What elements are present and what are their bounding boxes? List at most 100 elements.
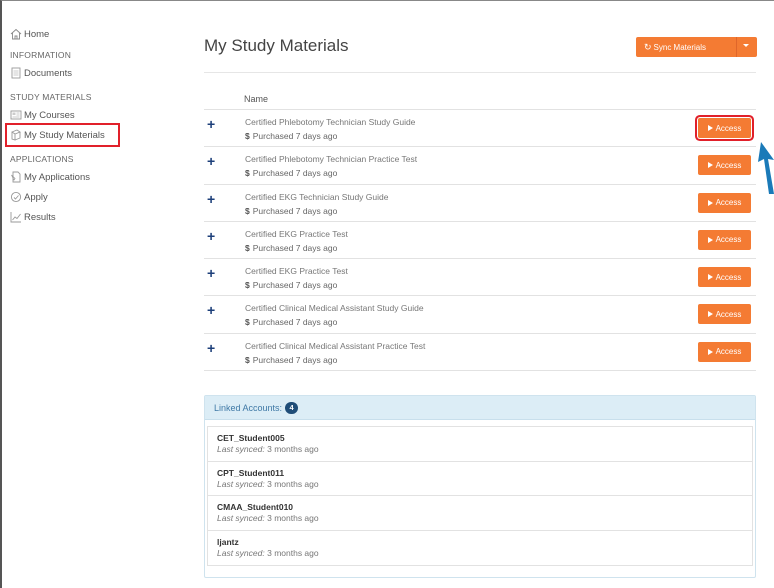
purchase-date: Purchased 7 days ago [252,242,338,253]
purchase-info: $ Purchased 7 days ago [245,168,337,178]
book-icon [10,129,22,141]
material-title: Certified Phlebotomy Technician Study Gu… [245,117,416,127]
dollar-icon: $ [245,317,250,328]
linked-accounts-panel: Linked Accounts: 4 CET_Student005 Last s… [204,395,756,578]
expand-plus-icon[interactable]: + [207,228,215,244]
expand-plus-icon[interactable]: + [207,340,215,356]
synced-label: Last synced: [217,513,265,523]
play-icon [707,348,713,355]
linked-accounts-header: Linked Accounts: 4 [205,396,755,420]
synced-time: 3 months ago [267,444,319,454]
dollar-icon: $ [245,280,250,291]
access-label: Access [715,198,742,208]
purchase-date: Purchased 7 days ago [252,280,338,291]
play-icon [707,199,713,206]
linked-accounts-title: Linked Accounts: [214,402,283,413]
play-icon [707,311,713,318]
expand-plus-icon[interactable]: + [207,153,215,169]
divider [204,72,756,73]
synced-label: Last synced: [217,547,265,558]
document-icon [10,67,22,79]
list-item[interactable]: ljantz Last synced: 3 months ago [208,531,752,566]
material-title: Certified Phlebotomy Technician Practice… [245,154,418,165]
results-icon [10,211,22,223]
purchase-date: Purchased 7 days ago [252,317,338,328]
course-icon [10,109,22,121]
access-button[interactable]: Access [698,155,751,176]
play-icon [707,274,713,281]
synced-time: 3 months ago [267,478,319,489]
sidebar-item-results[interactable]: Results [10,207,180,227]
access-button[interactable]: Access [698,192,751,213]
account-name: CMAA_Student010 [217,502,294,512]
list-item[interactable]: CET_Student005 Last synced: 3 months ago [208,427,752,462]
dollar-icon: $ [245,131,250,141]
expand-plus-icon[interactable]: + [207,265,215,281]
sidebar-item-my-study-materials[interactable]: My Study Materials [5,123,120,147]
sidebar-item-my-applications[interactable]: My Applications [10,167,180,187]
account-synced: Last synced: 3 months ago [217,444,752,454]
linked-accounts-list: CET_Student005 Last synced: 3 months ago… [207,426,753,566]
account-synced: Last synced: 3 months ago [217,513,752,523]
access-label: Access [715,160,742,170]
sidebar-item-documents[interactable]: Documents [10,63,180,83]
dollar-icon: $ [245,354,250,365]
synced-time: 3 months ago [267,513,319,523]
access-button[interactable]: Access [698,118,751,138]
sidebar-item-label: Apply [24,191,48,203]
play-icon [707,125,713,131]
expand-plus-icon[interactable]: + [207,302,215,318]
sidebar-item-label: My Study Materials [24,129,105,141]
access-label: Access [715,235,742,245]
account-name: CPT_Student011 [217,467,285,478]
application-icon [10,171,22,183]
synced-time: 3 months ago [267,547,319,558]
access-button[interactable]: Access [698,341,751,362]
access-button[interactable]: Access [698,267,751,288]
dollar-icon: $ [245,205,250,216]
section-heading-applications: APPLICATIONS [10,154,74,164]
list-item[interactable]: CPT_Student011 Last synced: 3 months ago [208,462,752,496]
dollar-icon: $ [245,242,250,253]
access-label: Access [715,123,742,133]
table-row: + Certified Phlebotomy Technician Practi… [204,147,756,185]
play-icon [707,162,713,169]
list-item[interactable]: CMAA_Student010 Last synced: 3 months ag… [208,496,752,531]
access-button[interactable]: Access [698,304,751,325]
sync-materials-label: Sync Materials [653,42,707,52]
sidebar-item-label: Home [24,28,50,40]
play-icon [707,236,713,243]
chevron-down-icon[interactable] [743,44,749,47]
synced-label: Last synced: [217,444,265,454]
sidebar-item-my-courses[interactable]: My Courses [10,105,180,125]
page-title: My Study Materials [204,36,349,55]
table-row: + Certified Clinical Medical Assistant P… [204,334,756,372]
purchase-date: Purchased 7 days ago [252,354,338,365]
account-synced: Last synced: 3 months ago [217,548,752,558]
expand-plus-icon[interactable]: + [207,191,215,207]
purchase-info: $ Purchased 7 days ago [245,243,337,253]
sidebar-item-label: My Applications [24,171,91,183]
sidebar-item-home[interactable]: Home [10,24,180,44]
sidebar-item-label: Results [24,211,56,223]
study-materials-table: + Certified Phlebotomy Technician Study … [204,109,756,372]
section-heading-information: INFORMATION [10,50,72,60]
purchase-info: $ Purchased 7 days ago [245,131,337,141]
synced-label: Last synced: [217,478,265,489]
purchase-info: $ Purchased 7 days ago [245,280,337,290]
access-button[interactable]: Access [698,229,751,250]
table-row: + Certified EKG Technician Study Guide $… [204,185,756,222]
account-name: ljantz [217,536,239,547]
sidebar: Home INFORMATION Documents STUDY MATERIA… [5,24,180,227]
table-row: + Certified EKG Practice Test $ Purchased… [204,259,756,297]
home-icon [10,28,22,40]
purchase-date: Purchased 7 days ago [252,205,338,216]
expand-plus-icon[interactable]: + [207,116,215,132]
sync-materials-button[interactable]: ↻ Sync Materials [636,37,757,57]
purchase-date: Purchased 7 days ago [252,131,338,141]
account-name: CET_Student005 [217,433,285,443]
sidebar-item-label: My Courses [24,109,75,121]
table-row: + Certified EKG Practice Test $ Purchased… [204,222,756,260]
table-row: + Certified Clinical Medical Assistant S… [204,296,756,334]
sidebar-item-apply[interactable]: Apply [10,187,180,207]
